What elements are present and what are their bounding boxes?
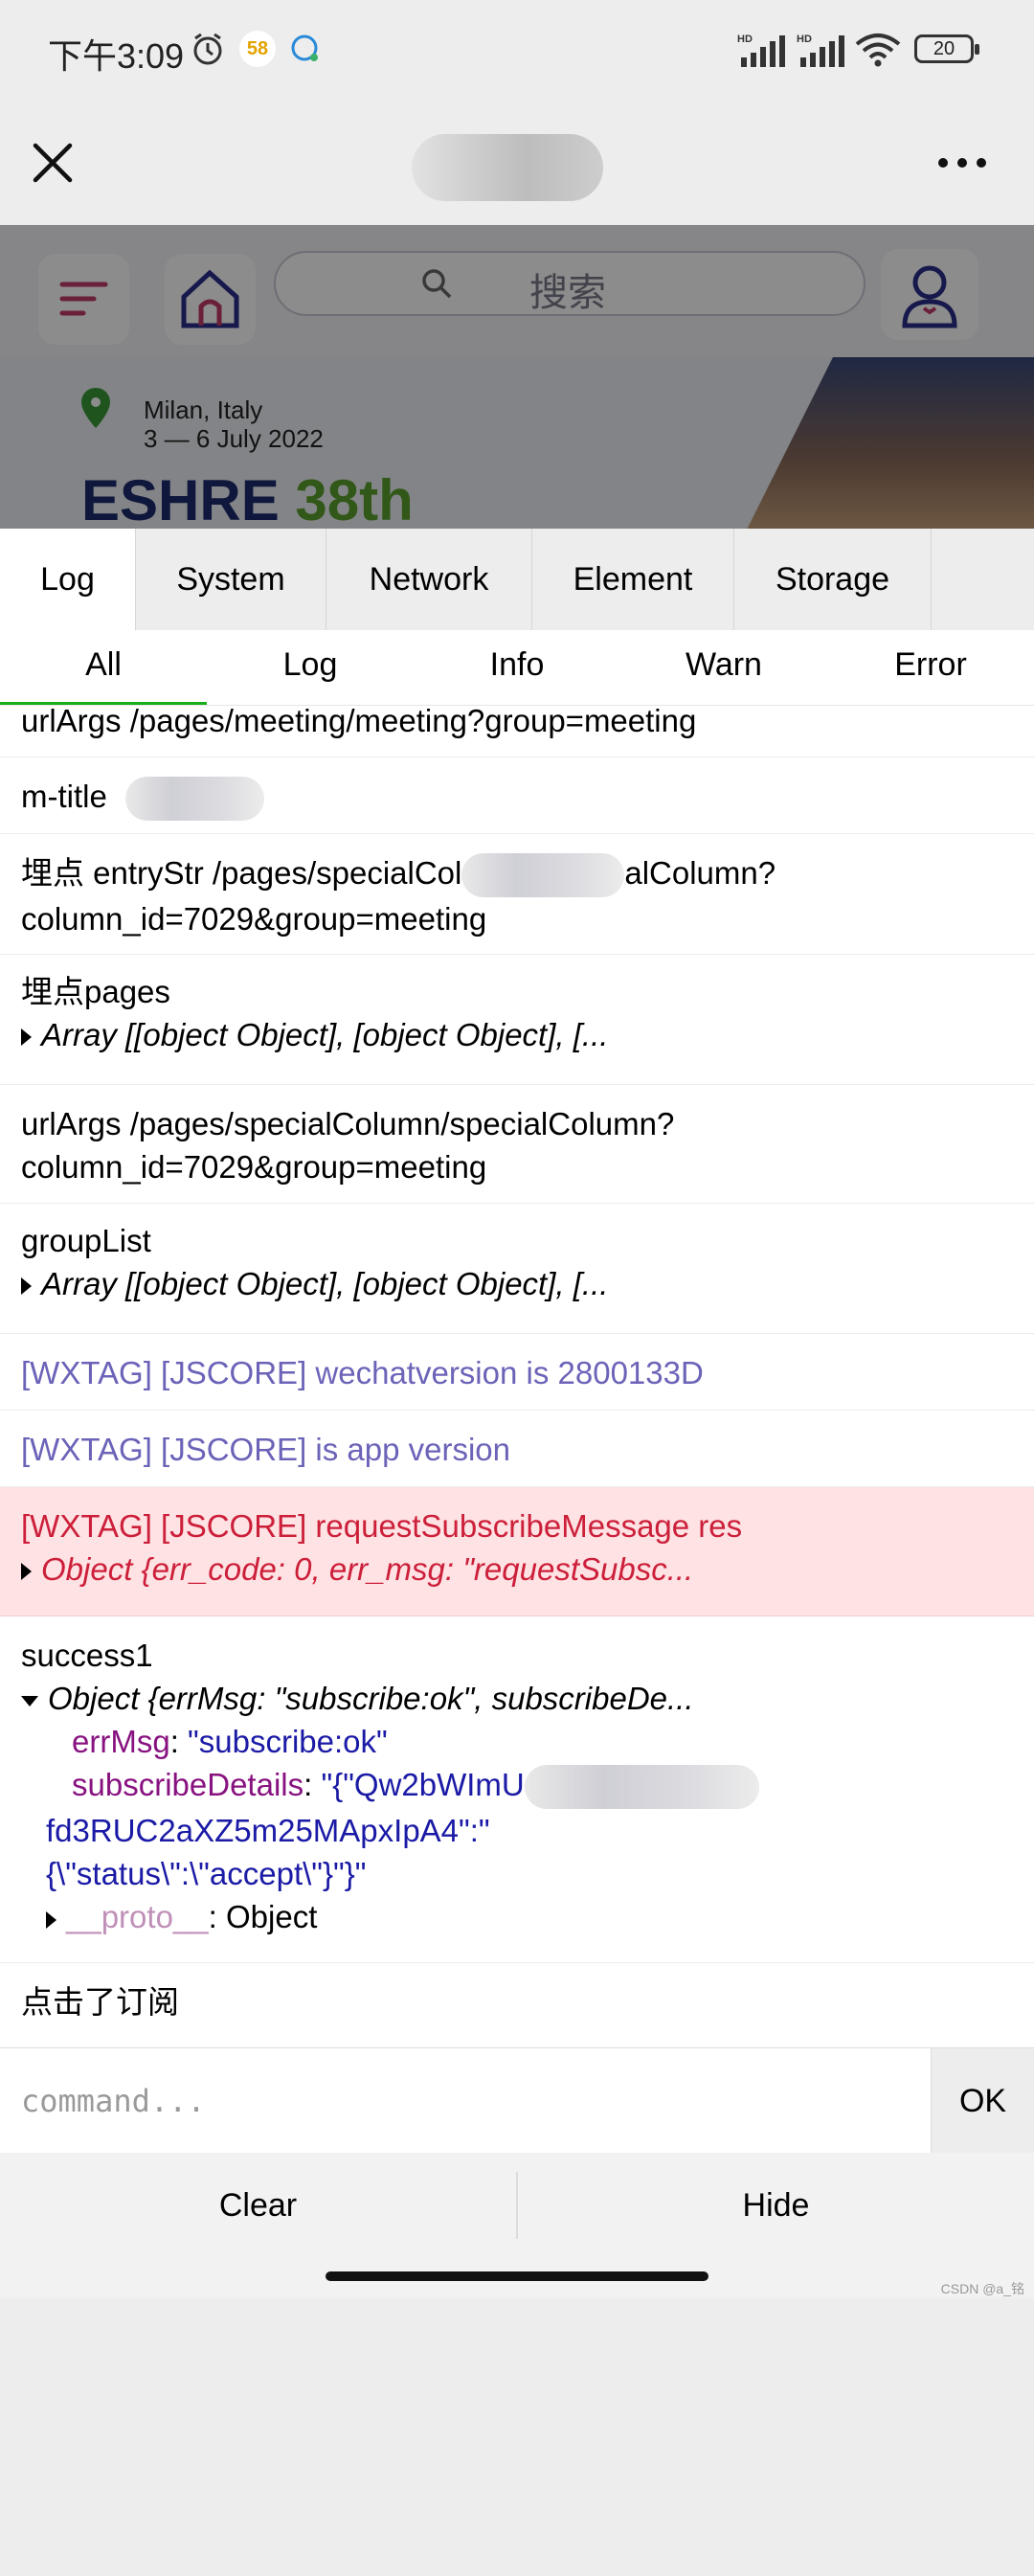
close-button[interactable]: [19, 129, 86, 196]
signal-icon-2: HD: [797, 33, 848, 72]
log-row: urlArgs /pages/specialColumn/specialColu…: [0, 1085, 1034, 1204]
log-row: 埋点pages Array [[object Object], [object …: [0, 955, 1034, 1085]
log-row-info: [WXTAG] [JSCORE] is app version: [0, 1411, 1034, 1487]
log-row: success1 Object {errMsg: "subscribe:ok",…: [0, 1616, 1034, 1963]
log-row: m-title: [0, 757, 1034, 834]
subtab-warn[interactable]: Warn: [620, 630, 827, 705]
command-bar: OK: [0, 2047, 1034, 2155]
expandable-object[interactable]: Array [[object Object], [object Object],…: [21, 1013, 1013, 1056]
tab-system[interactable]: System: [136, 529, 326, 630]
object-proto[interactable]: __proto__: Object: [21, 1895, 1013, 1938]
tab-storage[interactable]: Storage: [734, 529, 932, 630]
nav-bar: [0, 101, 1034, 225]
hide-button[interactable]: Hide: [518, 2153, 1034, 2258]
expandable-object[interactable]: Object {errMsg: "subscribe:ok", subscrib…: [21, 1677, 1013, 1720]
log-row: 点击了订阅: [21, 1984, 179, 2020]
wifi-icon: [854, 33, 902, 72]
home-indicator[interactable]: [326, 2271, 708, 2281]
log-row: groupList Array [[object Object], [objec…: [0, 1204, 1034, 1334]
more-options-button[interactable]: [924, 134, 1000, 192]
ok-button[interactable]: OK: [931, 2048, 1034, 2154]
chat-app-icon: [287, 31, 324, 67]
tab-network[interactable]: Network: [326, 529, 532, 630]
expandable-object[interactable]: Object {err_code: 0, err_msg: "requestSu…: [21, 1548, 1013, 1591]
overlay-mask[interactable]: [0, 225, 1034, 529]
console-tab-bar: Log System Network Element Storage: [0, 529, 1034, 631]
expand-arrow-icon[interactable]: [21, 1563, 32, 1581]
status-time: 下午3:09: [48, 36, 185, 76]
expand-arrow-icon[interactable]: [21, 1277, 32, 1296]
collapse-arrow-icon[interactable]: [21, 1695, 38, 1706]
object-property: errMsg: "subscribe:ok": [72, 1724, 388, 1759]
subtab-error[interactable]: Error: [827, 630, 1034, 705]
close-icon: [33, 143, 73, 183]
battery-icon: 20: [914, 34, 979, 63]
tab-log[interactable]: Log: [0, 529, 136, 630]
clear-button[interactable]: Clear: [0, 2153, 516, 2258]
subtab-log[interactable]: Log: [207, 630, 414, 705]
log-row-error: [WXTAG] [JSCORE] requestSubscribeMessage…: [0, 1487, 1034, 1616]
expandable-object[interactable]: Array [[object Object], [object Object],…: [21, 1262, 1013, 1305]
expand-arrow-icon[interactable]: [21, 1028, 32, 1047]
log-row-info: [WXTAG] [JSCORE] wechatversion is 280013…: [0, 1334, 1034, 1411]
redacted-value: [524, 1765, 759, 1810]
watermark: CSDN @a_铭: [940, 2281, 1024, 2296]
page-title-redacted: [412, 134, 603, 201]
alarm-icon: [190, 31, 226, 67]
command-input[interactable]: [0, 2048, 931, 2154]
vconsole-panel: Log System Network Element Storage All L…: [0, 529, 1034, 2298]
subtab-all[interactable]: All: [0, 630, 207, 705]
object-property: subscribeDetails: "{"Qw2bWImU: [21, 1763, 1013, 1810]
more-icon: [938, 158, 986, 168]
redacted-value: [125, 777, 265, 822]
subtab-info[interactable]: Info: [414, 630, 620, 705]
svg-text:HD: HD: [797, 34, 812, 45]
log-filter-bar: All Log Info Warn Error: [0, 630, 1034, 706]
expand-arrow-icon[interactable]: [46, 1910, 56, 1929]
signal-icon: HD: [737, 33, 789, 72]
status-bar: 下午3:09 58 HD HD 20: [0, 0, 1034, 101]
svg-text:HD: HD: [737, 34, 753, 45]
redacted-value: [461, 853, 625, 898]
tab-element[interactable]: Element: [532, 529, 734, 630]
log-row: urlArgs /pages/meeting/meeting?group=mee…: [0, 703, 1034, 757]
app-58-icon: 58: [239, 31, 276, 67]
log-row: 埋点 entryStr /pages/specialCol alColumn? c…: [0, 834, 1034, 955]
